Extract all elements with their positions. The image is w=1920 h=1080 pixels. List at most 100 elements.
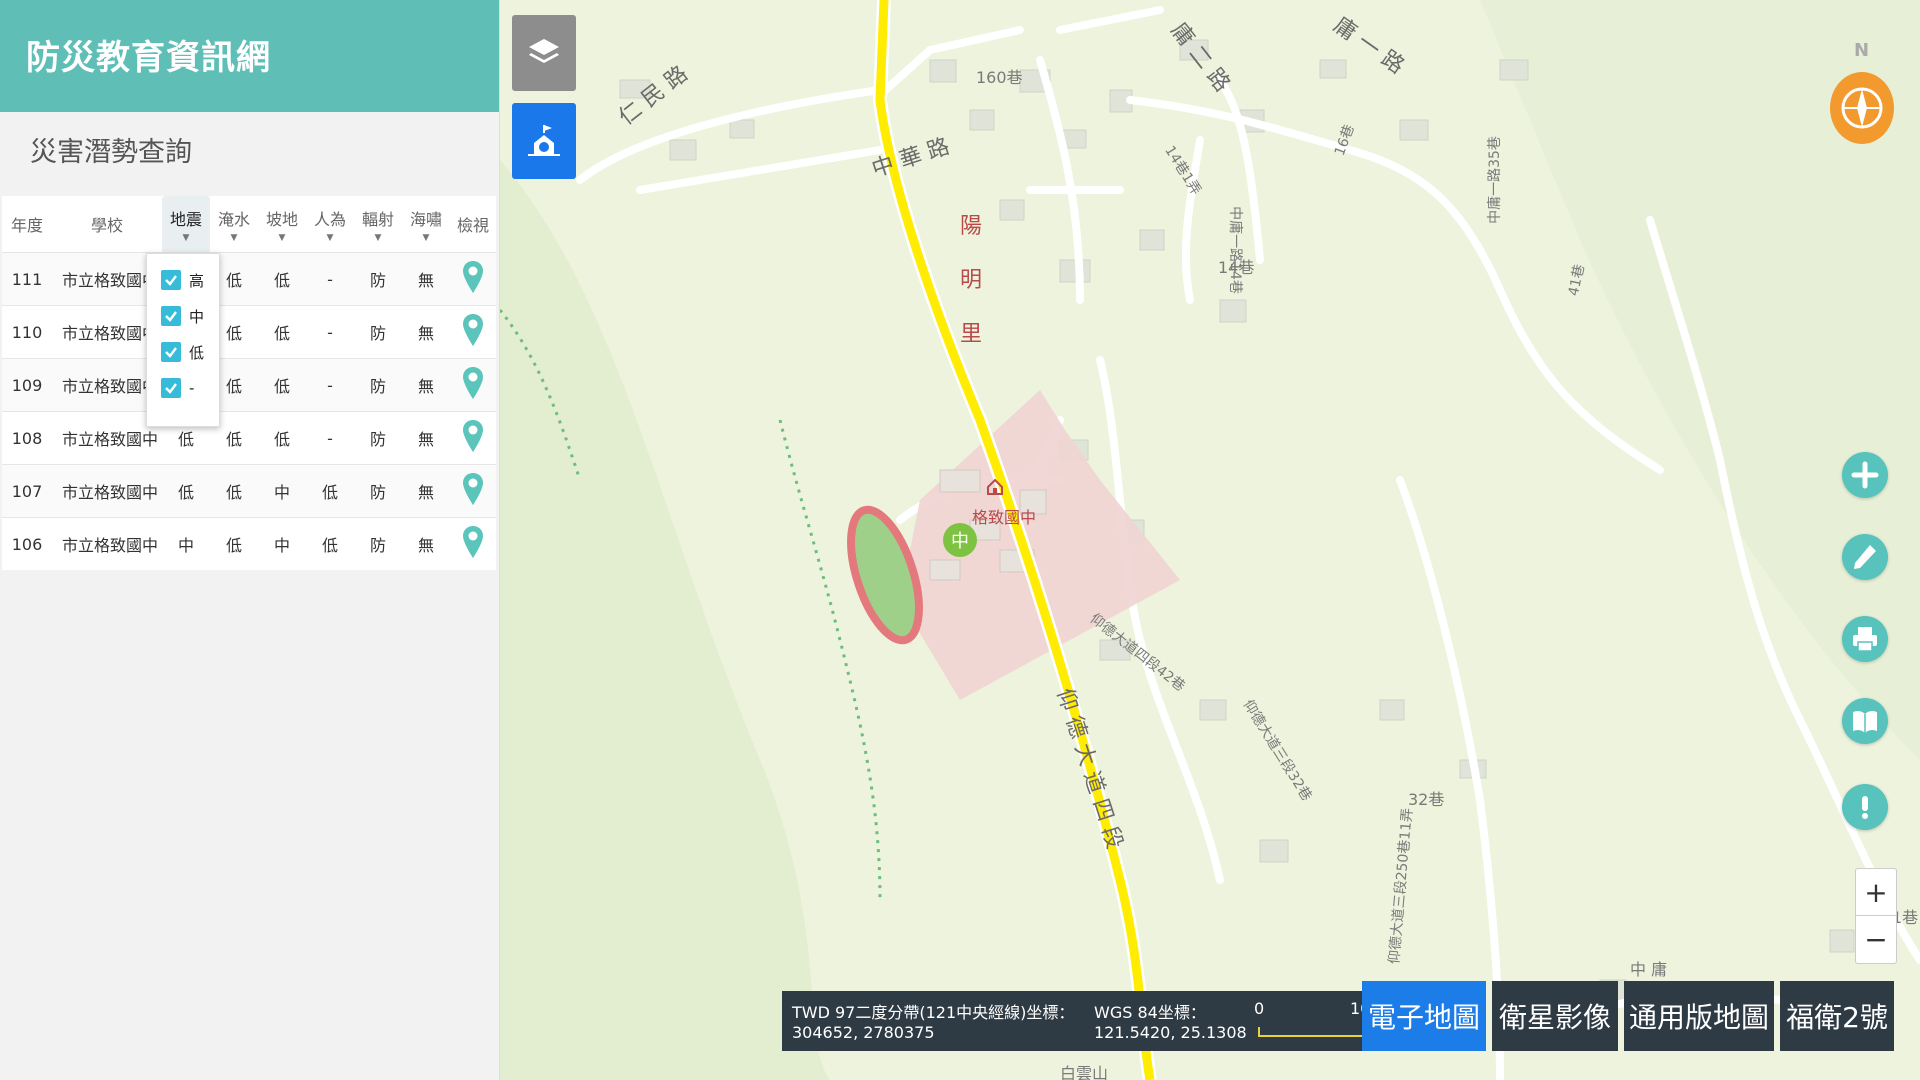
map-label-li: 里	[960, 322, 983, 347]
col-year: 年度	[10, 216, 43, 235]
checkbox-checked-icon[interactable]	[161, 270, 181, 290]
row-radiation: 防	[354, 358, 402, 412]
col-tsunami-filter[interactable]: 海嘯 ▼	[402, 196, 450, 253]
exclamation-icon	[1862, 796, 1868, 819]
plus-icon	[1851, 461, 1879, 489]
row-view	[450, 358, 496, 412]
checkbox-checked-icon[interactable]	[161, 306, 181, 326]
map-label-school: 格致國中	[972, 508, 1037, 527]
row-tsunami: 無	[402, 252, 450, 306]
hazard-table: 年度 學校 地震 ▼ 淹水 ▼ 坡地 ▼ 人為 ▼ 輻射 ▼ 海嘯 ▼ 檢視 111 市立格致…	[2, 196, 496, 570]
left-panel: 防災教育資訊網 災害潛勢查詢 年度 學校 地震 ▼ 淹水 ▼ 坡地 ▼ 人為 ▼ 輻射 ▼…	[0, 0, 500, 1080]
caret-down-icon: ▼	[326, 232, 334, 243]
compass-north-label: N	[1854, 40, 1870, 61]
row-tsunami: 無	[402, 358, 450, 412]
row-radiation: 防	[354, 305, 402, 359]
table-header-row: 年度 學校 地震 ▼ 淹水 ▼ 坡地 ▼ 人為 ▼ 輻射 ▼ 海嘯 ▼ 檢視	[2, 196, 496, 253]
row-slope: 中	[258, 517, 306, 570]
col-slope-filter[interactable]: 坡地 ▼	[258, 196, 306, 253]
filter-option-low[interactable]: 低	[161, 338, 204, 366]
row-view	[450, 305, 496, 359]
checkbox-checked-icon[interactable]	[161, 378, 181, 398]
row-flood: 低	[210, 464, 258, 518]
map-label-ming: 明	[960, 268, 983, 293]
row-slope: 低	[258, 411, 306, 465]
map-label-zhongyong35: 中庸一路35巷	[1486, 136, 1503, 224]
twd97-value: 304652, 2780375	[792, 1023, 935, 1042]
basemap-formosat2-button[interactable]: 福衛2號	[1780, 981, 1894, 1051]
school-house-icon	[986, 478, 1004, 500]
site-title[interactable]: 防災教育資訊網	[26, 30, 271, 79]
row-year: 109	[2, 358, 52, 412]
map-label-yang: 陽	[960, 214, 983, 239]
compass-icon	[1841, 87, 1883, 129]
site-header: 防災教育資訊網	[0, 0, 499, 112]
map-canvas[interactable]: 仁 民 路 中 華 路 160巷 庸 一 路 庸 二 路 16巷 14巷1弄 1…	[500, 0, 1920, 1080]
row-slope: 低	[258, 358, 306, 412]
map-label-lane160: 160巷	[976, 68, 1023, 87]
row-slope: 中	[258, 464, 306, 518]
row-year: 111	[2, 252, 52, 306]
row-human: -	[306, 358, 354, 412]
basemap-general-button[interactable]: 通用版地圖	[1624, 981, 1774, 1051]
table-row: 111 市立格致國中低低 - 防無	[2, 252, 496, 306]
basemap-satellite-button[interactable]: 衛星影像	[1492, 981, 1618, 1051]
layers-icon	[529, 39, 559, 63]
basemap-electronic-button[interactable]: 電子地圖	[1362, 981, 1486, 1051]
caret-down-icon: ▼	[182, 232, 190, 243]
col-radiation-filter[interactable]: 輻射 ▼	[354, 196, 402, 253]
school-icon	[528, 125, 560, 156]
wgs84-label: WGS 84坐標：	[1094, 1003, 1206, 1022]
scale-start: 0	[1254, 999, 1265, 1018]
checkbox-checked-icon[interactable]	[161, 342, 181, 362]
draw-button[interactable]	[1842, 534, 1888, 580]
table-row: 108 市立格致國中低低低 - 防無	[2, 411, 496, 465]
row-radiation: 防	[354, 411, 402, 465]
row-human: 低	[306, 517, 354, 570]
row-view	[450, 411, 496, 465]
col-quake-filter[interactable]: 地震 ▼	[162, 196, 210, 253]
map-pin-icon[interactable]	[462, 260, 484, 294]
col-human-filter[interactable]: 人為 ▼	[306, 196, 354, 253]
zoom-out-button[interactable]: −	[1856, 916, 1896, 962]
map-pin-icon[interactable]	[462, 525, 484, 559]
book-icon	[1853, 710, 1877, 733]
school-search-button[interactable]	[512, 103, 576, 179]
map-pin-icon[interactable]	[462, 419, 484, 453]
row-year: 106	[2, 517, 52, 570]
notice-button[interactable]	[1842, 784, 1888, 830]
school-marker[interactable]: 中	[943, 523, 977, 557]
row-flood: 低	[210, 517, 258, 570]
compass-button[interactable]	[1830, 72, 1894, 144]
col-flood-filter[interactable]: 淹水 ▼	[210, 196, 258, 253]
guide-button[interactable]	[1842, 698, 1888, 744]
row-tsunami: 無	[402, 517, 450, 570]
row-human: -	[306, 252, 354, 306]
col-school: 學校	[90, 216, 123, 235]
twd97-label: TWD 97二度分帶(121中央經線)坐標：	[792, 1003, 1075, 1022]
caret-down-icon: ▼	[230, 232, 238, 243]
row-slope: 低	[258, 305, 306, 359]
row-radiation: 防	[354, 464, 402, 518]
filter-option-high[interactable]: 高	[161, 266, 204, 294]
map-label-lane32: 32巷	[1408, 790, 1445, 809]
map-pin-icon[interactable]	[462, 313, 484, 347]
map-pin-icon[interactable]	[462, 472, 484, 506]
row-human: -	[306, 411, 354, 465]
filter-option-none[interactable]: -	[161, 374, 194, 402]
row-quake: 中	[162, 517, 210, 570]
print-button[interactable]	[1842, 616, 1888, 662]
row-slope: 低	[258, 252, 306, 306]
add-button[interactable]	[1842, 452, 1888, 498]
table-row: 106 市立格致國中中低中低防無	[2, 517, 496, 570]
row-year: 108	[2, 411, 52, 465]
row-quake: 低	[162, 464, 210, 518]
filter-option-mid[interactable]: 中	[161, 302, 204, 330]
printer-icon	[1853, 627, 1877, 652]
caret-down-icon: ▼	[278, 232, 286, 243]
row-view	[450, 464, 496, 518]
zoom-in-button[interactable]: +	[1856, 869, 1896, 916]
layers-button[interactable]	[512, 15, 576, 91]
map-pin-icon[interactable]	[462, 366, 484, 400]
row-tsunami: 無	[402, 464, 450, 518]
